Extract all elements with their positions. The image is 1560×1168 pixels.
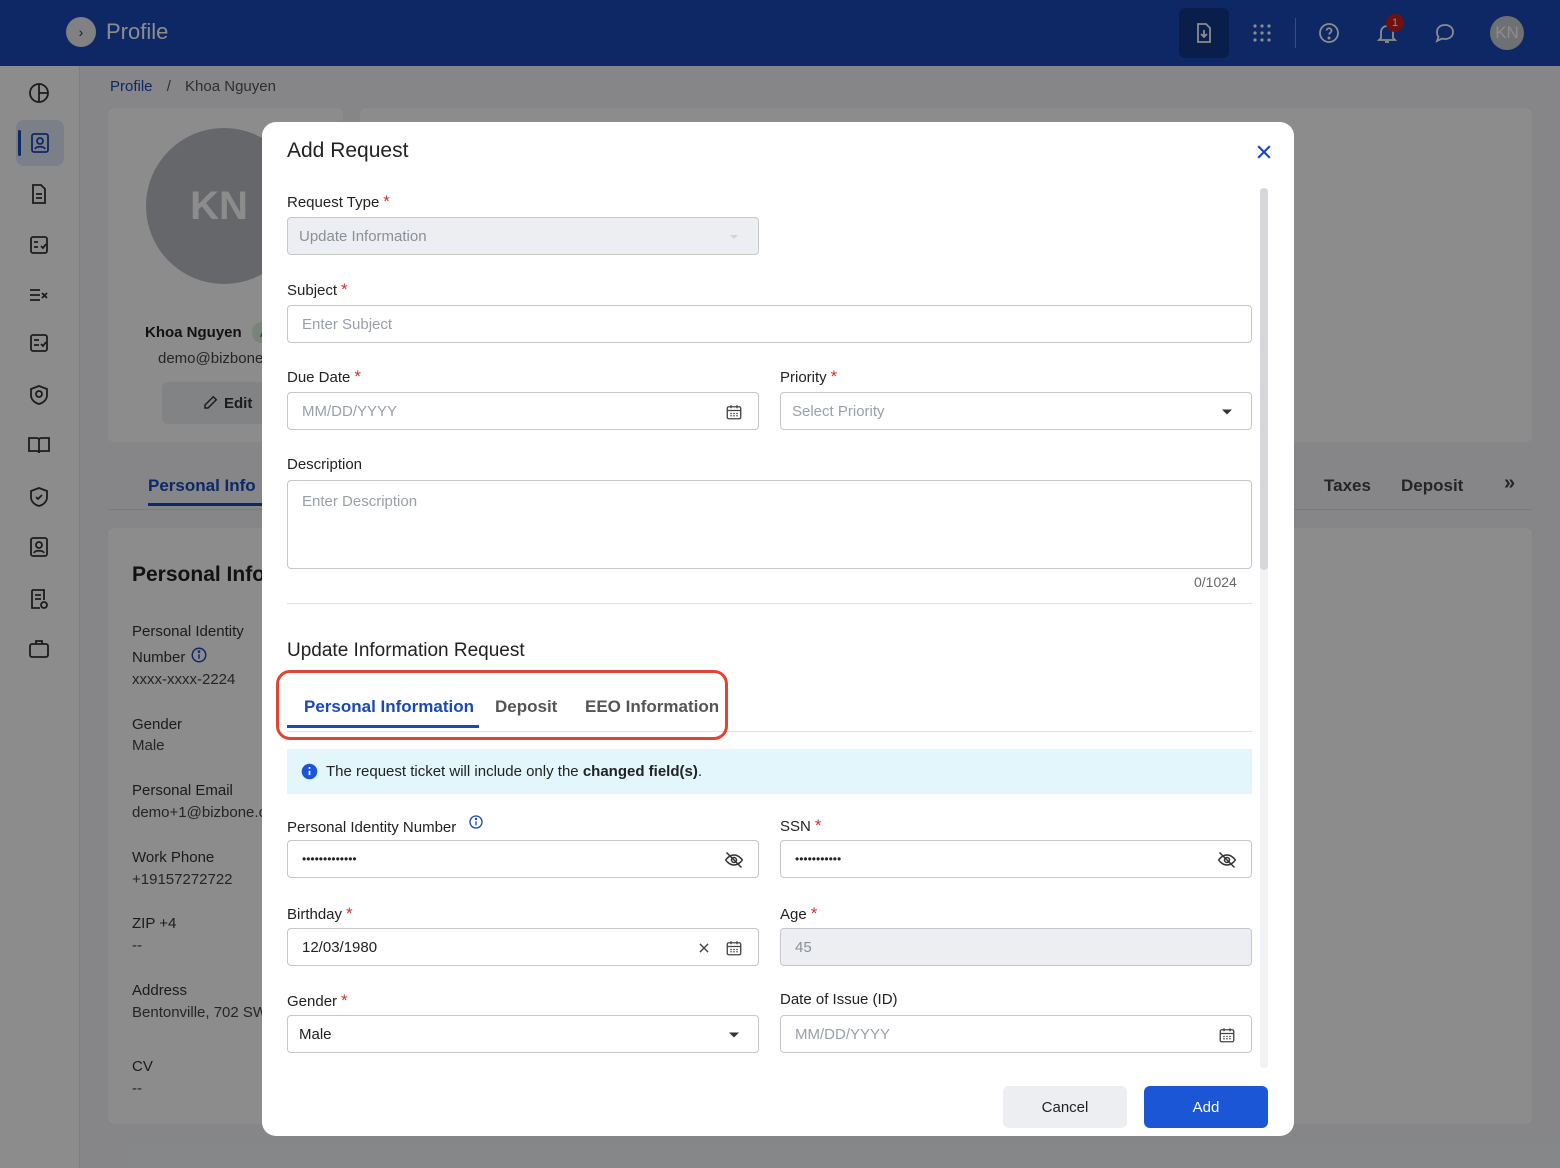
priority-label: Priority * (780, 367, 837, 387)
gender-select[interactable]: Male (287, 1015, 759, 1053)
info-banner-period: . (697, 763, 702, 780)
pin-input[interactable]: ••••••••••••• (287, 840, 759, 878)
required-marker: * (354, 367, 361, 386)
eye-off-icon[interactable] (724, 850, 744, 870)
gender-label: Gender * (287, 991, 348, 1011)
info-banner-bold: changed field(s) (582, 763, 698, 780)
description-textarea[interactable]: Enter Description (287, 480, 1252, 569)
birthday-input[interactable]: 12/03/1980 (287, 928, 759, 966)
description-label: Description (287, 456, 363, 473)
age-label-text: Age (780, 906, 807, 923)
required-marker: * (341, 280, 348, 299)
due-date-input[interactable]: MM/DD/YYYY (287, 392, 759, 430)
close-icon[interactable] (1252, 140, 1276, 164)
description-char-counter: 0/1024 (1194, 574, 1237, 590)
required-marker: * (346, 904, 353, 923)
date-of-issue-placeholder: MM/DD/YYYY (795, 1025, 891, 1043)
add-request-modal: Add Request Request Type * Update Informa… (262, 122, 1294, 1136)
subject-placeholder: Enter Subject (302, 315, 393, 333)
required-marker: * (830, 367, 838, 386)
required-marker: * (383, 192, 390, 211)
date-of-issue-input[interactable]: MM/DD/YYYY (780, 1015, 1252, 1053)
priority-label-text: Priority (780, 369, 827, 386)
section-divider (287, 603, 1252, 604)
info-banner-text: The request ticket will include only the (326, 763, 579, 780)
calendar-icon[interactable] (724, 402, 744, 422)
age-label: Age * (780, 904, 817, 924)
scrollbar-thumb[interactable] (1260, 188, 1268, 570)
priority-placeholder: Select Priority (792, 402, 885, 420)
ssn-value: ••••••••••• (795, 852, 842, 866)
required-marker: * (814, 816, 822, 835)
modal-title: Add Request (287, 139, 409, 162)
calendar-icon[interactable] (1217, 1025, 1237, 1045)
update-info-section-title: Update Information Request (287, 640, 525, 661)
request-type-label-text: Request Type (287, 194, 380, 211)
eye-off-icon[interactable] (1217, 850, 1237, 870)
chevron-down-icon (1217, 402, 1237, 422)
birthday-value: 12/03/1980 (302, 938, 378, 956)
age-value: 45 (795, 938, 812, 956)
birthday-label: Birthday * (287, 904, 353, 924)
pin-label: Personal Identity Number (287, 815, 484, 836)
clear-icon[interactable] (694, 938, 714, 958)
due-date-placeholder: MM/DD/YYYY (302, 402, 398, 420)
ssn-label: SSN * (780, 816, 821, 836)
chevron-down-icon (724, 227, 744, 247)
info-icon (301, 763, 318, 780)
age-input: 45 (780, 928, 1252, 966)
date-of-issue-label: Date of Issue (ID) (780, 991, 898, 1008)
ssn-label-text: SSN (780, 818, 811, 835)
info-banner: The request ticket will include only the… (287, 749, 1252, 794)
birthday-label-text: Birthday (287, 906, 343, 923)
info-icon[interactable] (468, 815, 484, 834)
due-date-label-text: Due Date (287, 369, 351, 386)
gender-label-text: Gender (287, 993, 338, 1010)
pin-value: ••••••••••••• (302, 852, 357, 866)
required-marker: * (810, 904, 818, 923)
subject-label-text: Subject (287, 282, 338, 299)
gender-value: Male (299, 1025, 332, 1043)
due-date-label: Due Date * (287, 367, 361, 387)
chevron-down-icon (724, 1025, 744, 1045)
calendar-icon[interactable] (724, 938, 744, 958)
priority-select[interactable]: Select Priority (780, 392, 1252, 430)
request-type-value: Update Information (299, 227, 427, 245)
pin-label-text: Personal Identity Number (287, 819, 457, 836)
subject-label: Subject * (287, 280, 348, 300)
request-type-label: Request Type * (287, 192, 390, 212)
required-marker: * (341, 991, 348, 1010)
cancel-button[interactable]: Cancel (1003, 1086, 1127, 1128)
tabs-highlight-box (276, 670, 728, 740)
request-type-select[interactable]: Update Information (287, 217, 759, 255)
subject-input[interactable]: Enter Subject (287, 305, 1252, 343)
description-placeholder: Enter Description (302, 493, 418, 510)
add-button[interactable]: Add (1144, 1086, 1268, 1128)
ssn-input[interactable]: ••••••••••• (780, 840, 1252, 878)
